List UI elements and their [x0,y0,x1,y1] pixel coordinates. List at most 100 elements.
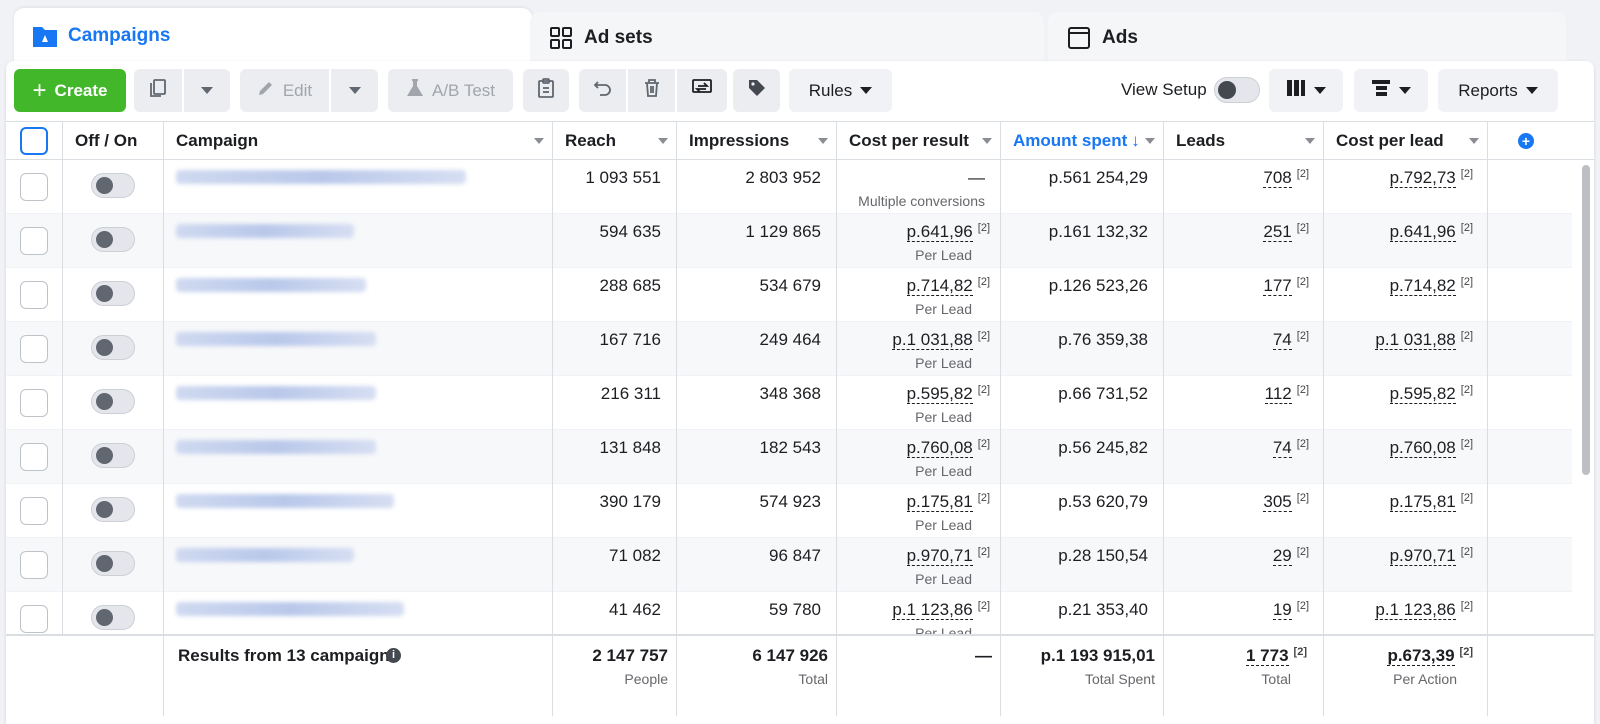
col-reach[interactable]: Reach [553,122,677,160]
campaign-toggle[interactable] [91,551,135,576]
row-checkbox[interactable] [20,389,48,417]
tab-campaigns[interactable]: Campaigns [14,8,532,64]
campaign-name-redacted[interactable] [176,548,354,562]
sort-caret-icon[interactable] [982,138,992,144]
total-cost-per-lead[interactable]: p.673,39 [1387,646,1455,666]
campaign-name-redacted[interactable] [176,602,404,616]
duplicate-dropdown-button[interactable] [184,69,230,112]
cost-per-lead-value[interactable]: p.792,73 [1389,168,1456,188]
row-checkbox[interactable] [20,281,48,309]
tab-ad-sets[interactable]: Ad sets [530,12,1044,64]
export-button[interactable] [677,69,727,112]
breakdown-button[interactable] [1354,69,1428,112]
leads-value[interactable]: 74 [1272,330,1292,350]
cost-per-lead-value[interactable]: p.760,08 [1389,438,1456,458]
sort-caret-icon[interactable] [1305,138,1315,144]
table-row[interactable]: 390 179 574 923 p.175,81 [2] Per Lead p.53 62… [6,484,1572,538]
cost-per-lead-value[interactable]: p.1 031,88 [1375,330,1456,350]
col-off-on[interactable]: Off / On [63,122,164,160]
cost-per-result-value[interactable]: p.760,08 [906,438,973,458]
cost-per-result-value[interactable]: p.175,81 [906,492,973,512]
sort-caret-icon[interactable] [534,138,544,144]
row-checkbox[interactable] [20,443,48,471]
leads-value[interactable]: 708 [1263,168,1292,188]
col-leads[interactable]: Leads [1164,122,1324,160]
leads-value[interactable]: 112 [1264,384,1292,404]
tag-button[interactable] [733,69,780,112]
table-row[interactable]: 1 093 551 2 803 952 — Multiple conversions p… [6,160,1572,214]
clipboard-button[interactable] [523,69,569,112]
cost-per-result-value[interactable]: p.1 031,88 [892,330,973,350]
reports-button[interactable]: Reports [1438,69,1558,112]
cost-per-lead-value[interactable]: p.1 123,86 [1375,600,1456,620]
row-checkbox[interactable] [20,173,48,201]
sort-caret-icon[interactable] [1145,138,1155,144]
campaign-name-redacted[interactable] [176,494,394,508]
create-button[interactable]: + Create [14,69,126,112]
campaign-name-redacted[interactable] [176,332,376,346]
add-column-icon[interactable]: + [1518,133,1534,149]
sort-caret-icon[interactable] [658,138,668,144]
table-row[interactable]: 131 848 182 543 p.760,08 [2] Per Lead p.56 24… [6,430,1572,484]
campaign-name-redacted[interactable] [176,224,354,238]
leads-value[interactable]: 29 [1272,546,1292,566]
leads-value[interactable]: 74 [1272,438,1292,458]
leads-value[interactable]: 251 [1263,222,1292,242]
col-cost-per-result[interactable]: Cost per result [837,122,1001,160]
col-campaign[interactable]: Campaign [164,122,553,160]
col-amount-spent[interactable]: Amount spent ↓ [1001,122,1164,160]
campaign-name-redacted[interactable] [176,278,366,292]
leads-value[interactable]: 19 [1272,600,1292,620]
view-setup-toggle[interactable] [1214,77,1260,108]
sort-caret-icon[interactable] [1469,138,1479,144]
cost-per-result-value[interactable]: p.970,71 [906,546,973,566]
cost-per-lead-value[interactable]: p.175,81 [1389,492,1456,512]
campaign-toggle[interactable] [91,227,135,252]
campaign-name-redacted[interactable] [176,170,466,184]
columns-button[interactable] [1269,69,1343,112]
col-cost-per-lead[interactable]: Cost per lead [1324,122,1488,160]
table-row[interactable]: 288 685 534 679 p.714,82 [2] Per Lead p.126 5… [6,268,1572,322]
campaign-toggle[interactable] [91,605,135,630]
row-checkbox[interactable] [20,605,48,633]
cost-per-lead-value[interactable]: p.970,71 [1389,546,1456,566]
cost-per-result-value[interactable]: p.714,82 [906,276,973,296]
cost-per-result-value[interactable]: p.595,82 [906,384,973,404]
campaign-toggle[interactable] [91,389,135,414]
row-checkbox[interactable] [20,497,48,525]
table-row[interactable]: 594 635 1 129 865 p.641,96 [2] Per Lead p.161… [6,214,1572,268]
edit-button[interactable]: Edit [240,69,329,112]
campaign-name-redacted[interactable] [176,440,376,454]
info-icon[interactable]: i [386,648,401,663]
sort-caret-icon[interactable] [818,138,828,144]
tab-ads[interactable]: Ads [1048,12,1566,64]
campaign-toggle[interactable] [91,173,135,198]
vertical-scrollbar[interactable] [1582,165,1590,475]
campaign-toggle[interactable] [91,335,135,360]
campaign-name-redacted[interactable] [176,386,376,400]
rules-button[interactable]: Rules [789,69,892,112]
cost-per-result-value[interactable]: p.641,96 [906,222,973,242]
cost-per-result-value[interactable]: p.1 123,86 [892,600,973,620]
campaign-toggle[interactable] [91,497,135,522]
ab-test-button[interactable]: A/B Test [388,69,513,112]
row-checkbox[interactable] [20,551,48,579]
cost-per-lead-value[interactable]: p.641,96 [1389,222,1456,242]
total-leads[interactable]: 1 773 [1246,646,1289,666]
table-row[interactable]: 71 082 96 847 p.970,71 [2] Per Lead p.28 150,… [6,538,1572,592]
table-row[interactable]: 216 311 348 368 p.595,82 [2] Per Lead p.66 73… [6,376,1572,430]
campaign-toggle[interactable] [91,281,135,306]
cost-per-lead-value[interactable]: p.714,82 [1389,276,1456,296]
leads-value[interactable]: 305 [1263,492,1292,512]
campaign-toggle[interactable] [91,443,135,468]
edit-dropdown-button[interactable] [331,69,378,112]
leads-value[interactable]: 177 [1263,276,1292,296]
duplicate-button[interactable] [134,69,182,112]
select-all-checkbox[interactable] [20,127,48,155]
cost-per-lead-value[interactable]: p.595,82 [1389,384,1456,404]
table-row[interactable]: 167 716 249 464 p.1 031,88 [2] Per Lead p.76 … [6,322,1572,376]
col-impressions[interactable]: Impressions [677,122,837,160]
delete-button[interactable] [628,69,675,112]
row-checkbox[interactable] [20,335,48,363]
row-checkbox[interactable] [20,227,48,255]
